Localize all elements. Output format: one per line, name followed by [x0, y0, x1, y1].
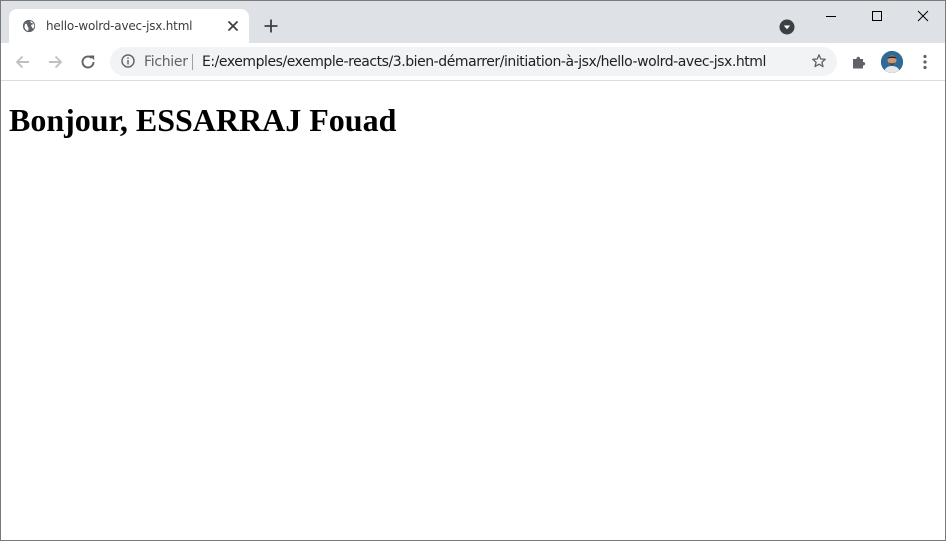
- address-bar[interactable]: Fichier E:/exemples/exemple-reacts/3.bie…: [110, 47, 837, 76]
- profile-photo: [881, 51, 903, 73]
- minimize-button[interactable]: [808, 1, 854, 31]
- browser-window: hello-wolrd-avec-jsx.html Fichier E:/exe…: [0, 0, 946, 541]
- puzzle-icon[interactable]: [850, 53, 868, 71]
- globe-icon: [22, 19, 36, 33]
- arrow-right-icon[interactable]: [46, 53, 64, 71]
- page-content: Bonjour, ESSARRAJ Fouad: [1, 81, 945, 540]
- url-text[interactable]: E:/exemples/exemple-reacts/3.bien-démarr…: [202, 54, 766, 70]
- maximize-icon: [872, 11, 882, 21]
- kebab-menu-icon[interactable]: [916, 53, 934, 71]
- reload-icon[interactable]: [79, 53, 97, 71]
- minimize-icon: [826, 16, 836, 17]
- page-heading: Bonjour, ESSARRAJ Fouad: [9, 102, 397, 138]
- browser-toolbar: Fichier E:/exemples/exemple-reacts/3.bie…: [1, 43, 945, 81]
- close-icon[interactable]: [226, 19, 240, 33]
- info-icon[interactable]: [121, 54, 135, 68]
- star-icon[interactable]: [811, 53, 827, 69]
- active-tab[interactable]: hello-wolrd-avec-jsx.html: [9, 9, 249, 43]
- chevron-down-circle-icon[interactable]: [779, 19, 795, 35]
- tab-title: hello-wolrd-avec-jsx.html: [46, 19, 193, 33]
- avatar[interactable]: [881, 51, 903, 73]
- chip-divider: [192, 54, 193, 70]
- plus-icon[interactable]: [263, 18, 279, 34]
- site-info-label[interactable]: Fichier: [144, 54, 188, 70]
- arrow-left-icon[interactable]: [14, 53, 32, 71]
- close-icon: [917, 10, 929, 22]
- tab-strip: hello-wolrd-avec-jsx.html: [1, 1, 945, 43]
- close-window-button[interactable]: [900, 1, 945, 31]
- maximize-button[interactable]: [854, 1, 900, 31]
